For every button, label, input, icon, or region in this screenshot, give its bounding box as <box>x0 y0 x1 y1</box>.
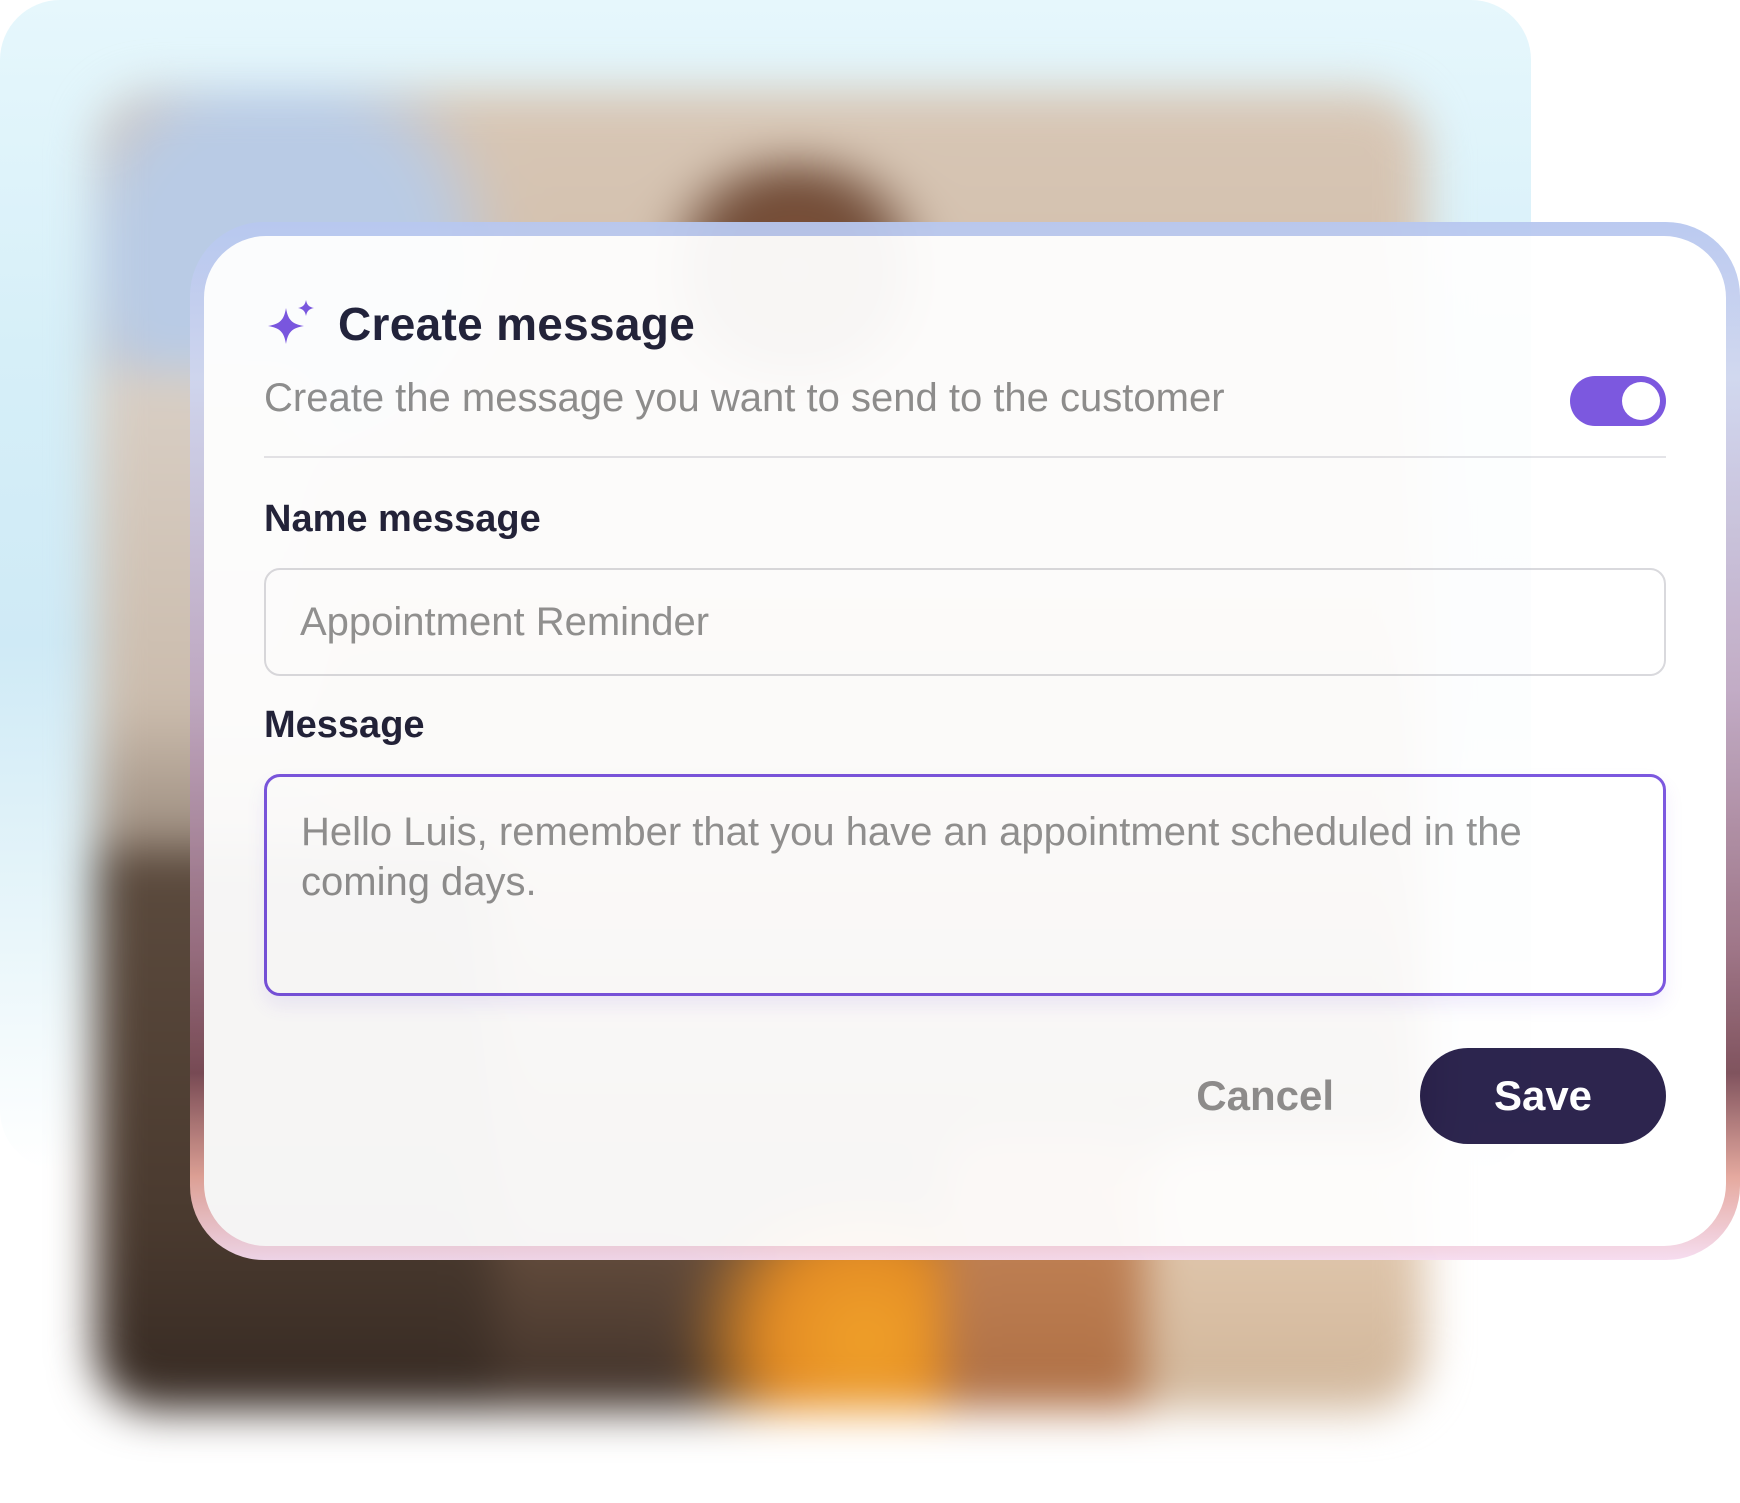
dialog-title: Create message <box>338 298 696 350</box>
message-textarea[interactable]: Hello Luis, remember that you have an ap… <box>264 774 1666 996</box>
message-label: Message <box>264 704 425 746</box>
enable-toggle[interactable] <box>1570 376 1666 426</box>
divider <box>264 456 1666 458</box>
dialog-header: Create message <box>264 296 695 352</box>
toggle-knob <box>1622 382 1660 420</box>
save-button[interactable]: Save <box>1420 1048 1666 1144</box>
dialog-frame: Create message Create the message you wa… <box>190 222 1740 1260</box>
name-message-label: Name message <box>264 498 541 540</box>
canvas: Create message Create the message you wa… <box>0 0 1740 1503</box>
create-message-dialog: Create message Create the message you wa… <box>204 236 1726 1246</box>
sparkle-icon <box>268 300 314 344</box>
dialog-subtitle: Create the message you want to send to t… <box>264 376 1225 420</box>
cancel-button[interactable]: Cancel <box>1196 1048 1334 1144</box>
name-message-input[interactable]: Appointment Reminder <box>264 568 1666 676</box>
